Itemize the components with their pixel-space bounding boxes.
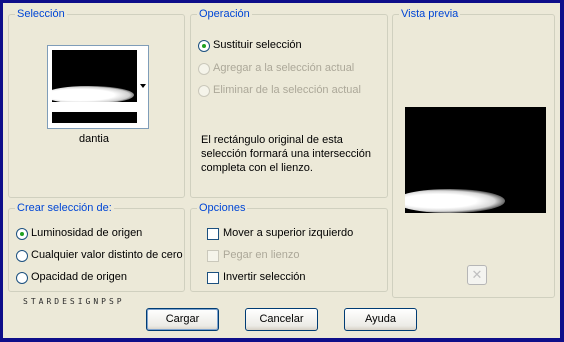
help-button[interactable]: Ayuda <box>344 308 417 331</box>
thumbnail-name: dantia <box>79 133 109 145</box>
load-selection-dialog: Selección dantia Operación Sustituir sel… <box>3 3 560 338</box>
check-invertir-label[interactable]: Invertir selección <box>223 271 306 283</box>
check-mover[interactable] <box>207 228 219 240</box>
thumbnail-white-band <box>52 102 137 112</box>
seleccion-group: Selección dantia <box>8 7 185 198</box>
radio-luminosidad-label[interactable]: Luminosidad de origen <box>31 227 142 239</box>
preview-image <box>405 107 546 213</box>
description-line: El rectángulo original de esta <box>201 134 343 146</box>
radio-sustituir-label[interactable]: Sustituir selección <box>213 39 302 51</box>
watermark-text: STARDESIGNPSP <box>23 297 125 306</box>
dropdown-arrow-icon[interactable] <box>140 84 146 88</box>
radio-agregar-label[interactable]: Agregar a la selección actual <box>213 62 354 74</box>
operacion-group: Operación Sustituir selección Agregar a … <box>190 7 388 198</box>
load-button[interactable]: Cargar <box>146 308 219 331</box>
seleccion-title: Selección <box>15 7 67 21</box>
radio-luminosidad[interactable] <box>16 228 28 240</box>
radio-agregar[interactable] <box>198 63 210 75</box>
check-pegar[interactable] <box>207 250 219 262</box>
description-line: completa con el lienzo. <box>201 162 313 174</box>
crear-title: Crear selección de: <box>15 201 114 215</box>
radio-eliminar[interactable] <box>198 85 210 97</box>
operacion-title: Operación <box>197 7 252 21</box>
radio-cualquier-valor[interactable] <box>16 250 28 262</box>
preview-toggle-button[interactable]: ✕ <box>467 265 487 285</box>
radio-opacidad-label[interactable]: Opacidad de origen <box>31 271 127 283</box>
radio-cualquier-valor-label[interactable]: Cualquier valor distinto de cero <box>31 249 183 261</box>
description-line: selección formará una intersección <box>201 148 371 160</box>
radio-eliminar-label[interactable]: Eliminar de la selección actual <box>213 84 361 96</box>
vista-previa-title: Vista previa <box>399 7 461 21</box>
selection-thumbnail-image <box>52 50 137 123</box>
check-pegar-label[interactable]: Pegar en lienzo <box>223 249 299 261</box>
crear-group: Crear selección de: Luminosidad de orige… <box>8 201 185 292</box>
selection-thumbnail-dropdown[interactable] <box>47 45 149 129</box>
preview-glow-shape <box>405 189 505 213</box>
radio-opacidad[interactable] <box>16 272 28 284</box>
opciones-title: Opciones <box>197 201 248 215</box>
check-mover-label[interactable]: Mover a superior izquierdo <box>223 227 353 239</box>
cancel-button[interactable]: Cancelar <box>245 308 318 331</box>
opciones-group: Opciones Mover a superior izquierdo Pega… <box>190 201 388 292</box>
check-invertir[interactable] <box>207 272 219 284</box>
operation-description: El rectángulo original de esta selección… <box>201 133 371 175</box>
radio-sustituir[interactable] <box>198 40 210 52</box>
